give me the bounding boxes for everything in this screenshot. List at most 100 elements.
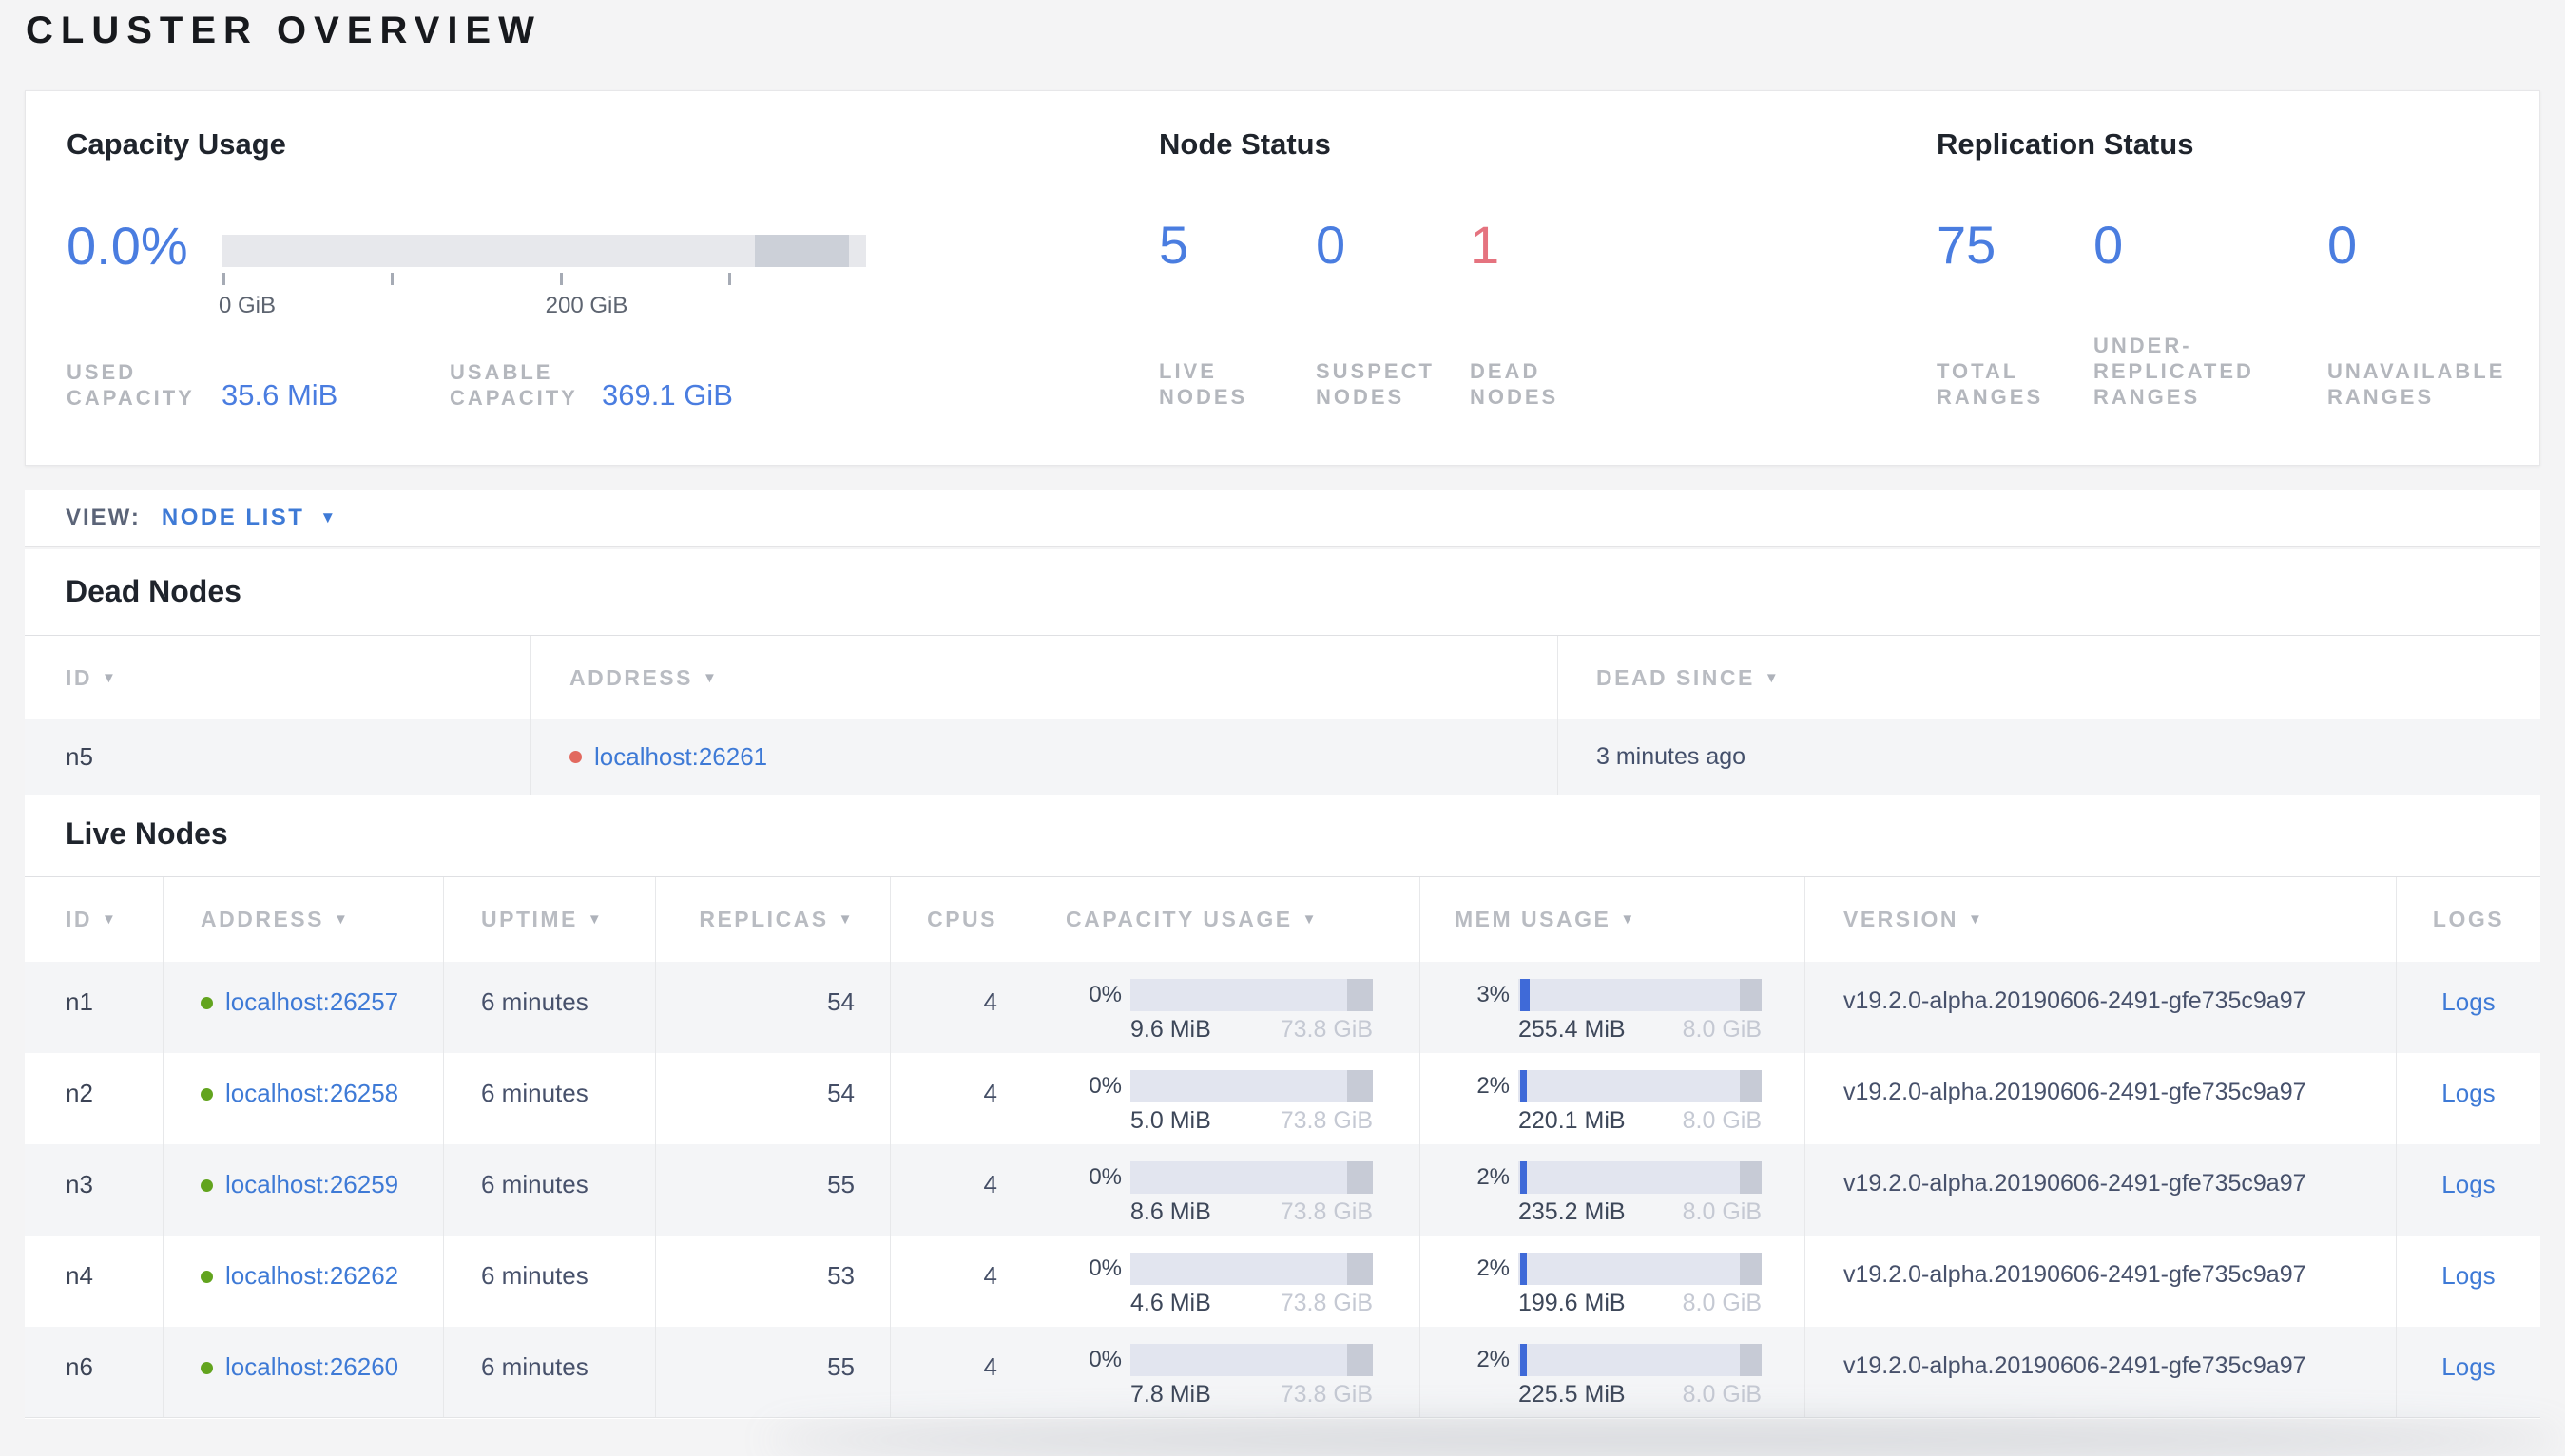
live-nodes-header: ID ADDRESS UPTIME REPLICAS CPUS CAPACITY… — [25, 876, 2540, 962]
axis-tick-label: 0 GiB — [218, 293, 277, 318]
uptime: 6 minutes — [443, 962, 655, 1053]
logs-link[interactable]: Logs — [2441, 1079, 2495, 1107]
mem-total: 8.0 GiB — [1682, 1198, 1762, 1225]
capacity-bar — [1130, 979, 1373, 1011]
column-header-cpus: CPUS — [890, 877, 1032, 962]
nodes-panel: Dead Nodes ID ADDRESS DEAD SINCE n5 loca… — [25, 549, 2540, 1419]
capacity-usage-cell: 0% 5.0 MiB 73.8 GiB — [1032, 1053, 1419, 1144]
logs-link[interactable]: Logs — [2441, 1261, 2495, 1290]
column-header-id[interactable]: ID — [25, 877, 163, 962]
logs-link[interactable]: Logs — [2441, 1352, 2495, 1381]
logs-link[interactable]: Logs — [2441, 1170, 2495, 1198]
uptime: 6 minutes — [443, 1053, 655, 1144]
stat-value: 75 — [1937, 215, 1996, 275]
capacity-total: 73.8 GiB — [1280, 1381, 1373, 1408]
mem-bar-fill — [1520, 1253, 1527, 1285]
capacity-bar — [1130, 1070, 1373, 1102]
capacity-percent: 0% — [1089, 1347, 1122, 1372]
column-header-uptime[interactable]: UPTIME — [443, 877, 655, 962]
capacity-total: 73.8 GiB — [1280, 1016, 1373, 1043]
column-header-mem-usage[interactable]: MEM USAGE — [1419, 877, 1804, 962]
stat-value: 0 — [2327, 215, 2358, 275]
mem-total: 8.0 GiB — [1682, 1016, 1762, 1043]
version: v19.2.0-alpha.20190606-2491-gfe735c9a97 — [1804, 1236, 2396, 1327]
node-address-link[interactable]: localhost:26262 — [225, 1261, 398, 1290]
mem-percent: 2% — [1476, 1347, 1510, 1372]
mem-bar-fill — [1520, 979, 1530, 1011]
node-address-link[interactable]: localhost:26259 — [225, 1170, 398, 1198]
capacity-usage-cell: 0% 7.8 MiB 73.8 GiB — [1032, 1327, 1419, 1417]
table-row: n1 localhost:26257 6 minutes 54 4 0% 9.6… — [25, 962, 2540, 1053]
stat-label: DEAD NODES — [1470, 359, 1559, 409]
capacity-used: 9.6 MiB — [1130, 1016, 1211, 1043]
column-header-replicas[interactable]: REPLICAS — [655, 877, 890, 962]
mem-used: 255.4 MiB — [1518, 1016, 1626, 1043]
live-status-icon — [201, 997, 213, 1009]
capacity-used: 7.8 MiB — [1130, 1381, 1211, 1408]
node-address-link[interactable]: localhost:26258 — [225, 1079, 398, 1107]
stat-label: SUSPECT NODES — [1316, 359, 1435, 409]
cpus: 4 — [890, 1144, 1032, 1236]
column-header-logs: LOGS — [2396, 877, 2540, 962]
uptime: 6 minutes — [443, 1327, 655, 1417]
mem-used: 220.1 MiB — [1518, 1107, 1626, 1134]
node-address-link[interactable]: localhost:26260 — [225, 1352, 398, 1381]
replication-status-stats: 75 TOTAL RANGES 0 UNDER- REPLICATED RANG… — [1937, 215, 2546, 410]
replicas: 53 — [655, 1236, 890, 1327]
dead-nodes-title: Dead Nodes — [66, 574, 241, 608]
usable-capacity-label: USABLE CAPACITY — [450, 360, 578, 410]
cpus: 4 — [890, 1053, 1032, 1144]
capacity-bar-marker — [1347, 1161, 1373, 1194]
column-header-version[interactable]: VERSION — [1804, 877, 2396, 962]
node-address-link[interactable]: localhost:26261 — [594, 742, 767, 772]
mem-used: 199.6 MiB — [1518, 1290, 1626, 1316]
live-nodes-title: Live Nodes — [66, 816, 228, 851]
node-status-title: Node Status — [1159, 127, 1331, 161]
page-bottom-shadow — [766, 1424, 2565, 1456]
mem-bar-marker — [1740, 1344, 1762, 1376]
cpus: 4 — [890, 962, 1032, 1053]
column-header-address[interactable]: ADDRESS — [530, 636, 1557, 719]
uptime: 6 minutes — [443, 1236, 655, 1327]
node-id: n3 — [66, 1170, 93, 1198]
table-row: n6 localhost:26260 6 minutes 55 4 0% 7.8… — [25, 1327, 2540, 1418]
capacity-bar — [1130, 1253, 1373, 1285]
replicas: 54 — [655, 962, 890, 1053]
node-status-stats: 5 LIVE NODES 0 SUSPECT NODES 1 DEAD NODE… — [1159, 215, 1660, 410]
stat-suspect-nodes: 0 SUSPECT NODES — [1316, 215, 1470, 410]
capacity-total: 73.8 GiB — [1280, 1107, 1373, 1134]
stat-label: UNDER- REPLICATED RANGES — [2093, 334, 2254, 409]
view-selector[interactable]: NODE LIST — [162, 505, 305, 531]
live-status-icon — [201, 1179, 213, 1192]
axis-tick — [560, 273, 563, 285]
node-address-link[interactable]: localhost:26257 — [225, 987, 398, 1016]
replicas: 54 — [655, 1053, 890, 1144]
mem-used: 225.5 MiB — [1518, 1381, 1626, 1408]
column-header-capacity-usage[interactable]: CAPACITY USAGE — [1032, 877, 1419, 962]
mem-bar — [1518, 1070, 1762, 1102]
stat-value: 5 — [1159, 215, 1189, 275]
column-header-dead-since[interactable]: DEAD SINCE — [1557, 636, 2540, 719]
mem-bar-marker — [1740, 1070, 1762, 1102]
mem-bar — [1518, 1161, 1762, 1194]
axis-tick — [222, 273, 225, 285]
mem-used: 235.2 MiB — [1518, 1198, 1626, 1225]
stat-value: 1 — [1470, 215, 1500, 275]
capacity-percent: 0% — [1089, 1073, 1122, 1099]
logs-link[interactable]: Logs — [2441, 987, 2495, 1016]
mem-bar-marker — [1740, 1253, 1762, 1285]
chevron-down-icon[interactable] — [319, 508, 336, 527]
live-status-icon — [201, 1362, 213, 1374]
stat-label: TOTAL RANGES — [1937, 359, 2044, 409]
stat-value: 0 — [2093, 215, 2124, 275]
capacity-usage-cell: 0% 4.6 MiB 73.8 GiB — [1032, 1236, 1419, 1327]
version: v19.2.0-alpha.20190606-2491-gfe735c9a97 — [1804, 1144, 2396, 1236]
mem-bar-marker — [1740, 1161, 1762, 1194]
dead-since: 3 minutes ago — [1557, 719, 2540, 795]
node-id: n6 — [66, 1352, 93, 1381]
capacity-percent: 0.0% — [67, 216, 188, 276]
column-header-id[interactable]: ID — [25, 636, 530, 719]
capacity-used: 4.6 MiB — [1130, 1290, 1211, 1316]
column-header-address[interactable]: ADDRESS — [163, 877, 443, 962]
capacity-bar-marker — [755, 235, 849, 267]
